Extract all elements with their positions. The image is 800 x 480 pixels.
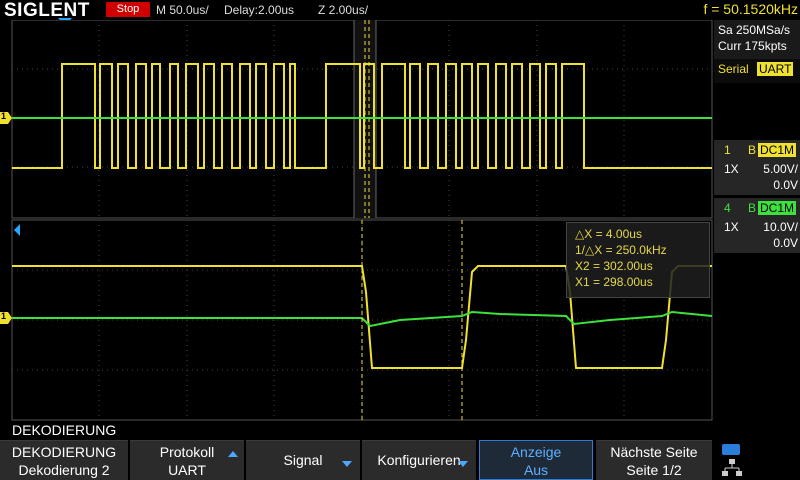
run-stop-status[interactable]: Stop (106, 2, 150, 17)
softkey-next-page[interactable]: Nächste Seite Seite 1/2 (596, 440, 712, 480)
decode-protocol-badge: UART (757, 62, 794, 76)
softkey-value: Aus (523, 462, 549, 478)
decode-label: Serial (718, 62, 749, 76)
ch1-marker-label: 1 (1, 111, 7, 121)
ch1-scale: 5.00V/ (763, 162, 798, 176)
timebase-readout[interactable]: M 50.0us/ (156, 3, 209, 17)
softkey-label: Nächste Seite (610, 444, 698, 460)
ch4-coupling: DC1M (758, 201, 797, 215)
submenu-arrow-down-icon (342, 461, 352, 467)
ch4-bandwidth-icon: B (748, 201, 757, 215)
softkey-label: Signal (283, 452, 323, 468)
delta-x-readout: △X = 4.00us (575, 227, 642, 241)
softkey-label: DEKODIERUNG (11, 444, 117, 460)
ch1-number: 1 (724, 143, 731, 157)
softkey-label: Anzeige (510, 444, 562, 460)
x1-readout: X1 = 298.00us (575, 275, 653, 289)
memory-depth: Curr 175kpts (718, 39, 787, 53)
ch4-offset: 0.0V (773, 236, 798, 250)
ch4-scale: 10.0V/ (763, 220, 798, 234)
acquisition-info[interactable]: Sa 250MSa/s Curr 175kpts (714, 20, 800, 60)
ch1-coupling: DC1M (758, 143, 797, 157)
menu-title: DEKODIERUNG (0, 422, 712, 440)
ch4-probe: 1X (724, 220, 739, 234)
softkey-display[interactable]: Anzeige Aus (479, 440, 593, 480)
frequency-counter: f = 50.1520kHz (703, 1, 798, 17)
zoom-timebase-readout: Z 2.00us/ (318, 3, 369, 17)
cursor-measurement-box: △X = 4.00us 1/△X = 250.0kHz X2 = 302.00u… (566, 222, 710, 298)
x2-readout: X2 = 302.00us (575, 259, 653, 273)
softkey-protocol[interactable]: Protokoll UART (130, 440, 244, 480)
ch1-info[interactable]: 1 B DC1M 1X 5.00V/ 0.0V (714, 140, 800, 195)
brand-logo: SIGLENT (4, 0, 90, 21)
softkey-value: Dekodierung 2 (18, 462, 110, 478)
ch4-number: 4 (724, 201, 731, 215)
sample-rate: Sa 250MSa/s (718, 23, 791, 37)
submenu-arrow-up-icon (228, 451, 238, 457)
inverse-delta-x-readout: 1/△X = 250.0kHz (575, 243, 667, 257)
softkey-decode-select[interactable]: DEKODIERUNG Dekodierung 2 (0, 440, 128, 480)
battery-icon (722, 444, 740, 455)
softkey-value: UART (168, 462, 206, 478)
ch1-probe: 1X (724, 162, 739, 176)
decode-indicator[interactable]: Serial UART (714, 59, 800, 83)
ch1-bandwidth-icon: B (748, 143, 757, 157)
delay-readout[interactable]: Delay:2.00us (224, 3, 294, 17)
softkey-label: Konfigurieren (377, 452, 461, 468)
softkey-label: Protokoll (159, 444, 215, 460)
softkey-signal[interactable]: Signal (246, 440, 360, 480)
softkey-configure[interactable]: Konfigurieren (362, 440, 476, 480)
softkey-value: Seite 1/2 (626, 462, 682, 478)
ch1-zoom-marker-label: 1 (1, 311, 7, 321)
ch1-offset: 0.0V (773, 178, 798, 192)
ch4-info[interactable]: 4 B DC1M 1X 10.0V/ 0.0V (714, 198, 800, 253)
waveform-display[interactable] (0, 20, 713, 422)
submenu-arrow-down-icon (458, 461, 468, 467)
network-icon (722, 459, 742, 476)
